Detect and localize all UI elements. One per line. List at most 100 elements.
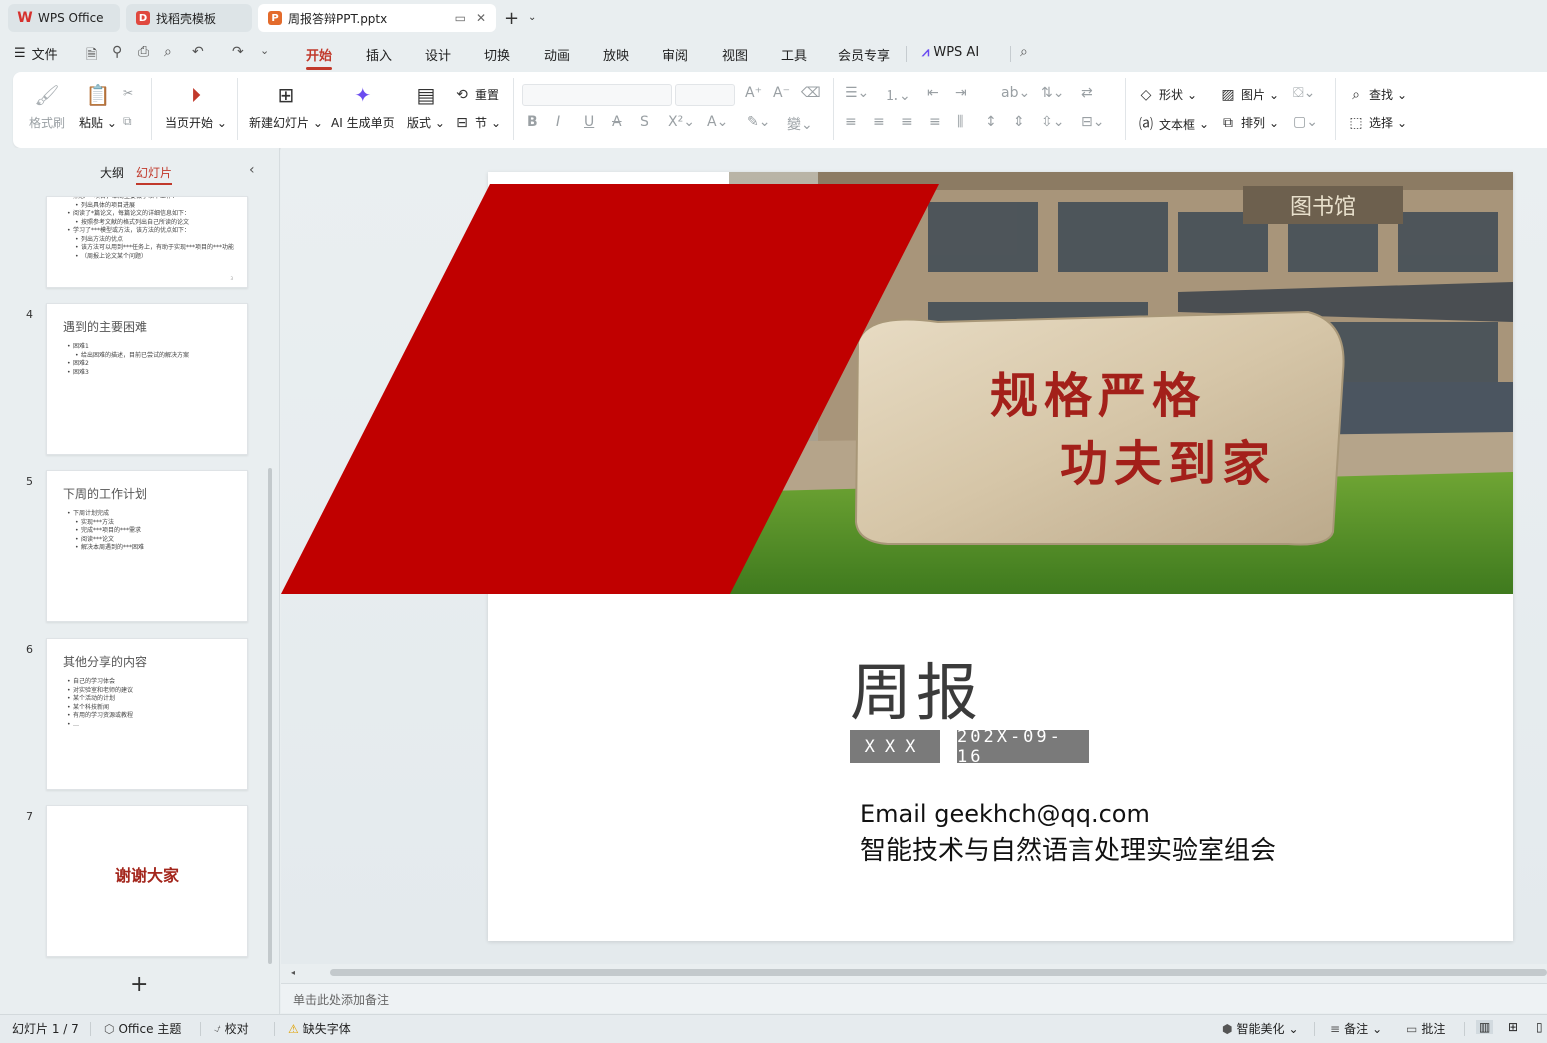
textbox-button[interactable]: ⒜ 文本框 ⌄ (1137, 114, 1209, 134)
bold-icon[interactable]: B (527, 114, 538, 130)
menu-view[interactable]: 视图 (722, 45, 748, 64)
superscript-icon[interactable]: X²⌄ (668, 114, 695, 130)
tab-wps-office[interactable]: W WPS Office (8, 4, 120, 32)
arrange-button[interactable]: ⧉ 排列 ⌄ (1219, 114, 1279, 131)
text-box-align-icon[interactable]: ⊟⌄ (1081, 114, 1104, 130)
justify-icon[interactable]: ≡ (929, 114, 941, 130)
numbering-icon[interactable]: ⒈⌄ (885, 85, 911, 105)
decrease-indent-icon[interactable]: ⇤ (927, 85, 939, 101)
comments-button[interactable]: ▭ 批注 (1406, 1020, 1445, 1037)
add-slide-icon[interactable]: + (130, 972, 148, 997)
italic-icon[interactable]: I (556, 114, 560, 130)
presenter-tag[interactable]: XXX (850, 730, 940, 763)
horizontal-scrollbar[interactable] (330, 969, 1547, 976)
increase-indent-icon[interactable]: ⇥ (955, 85, 967, 101)
window-icon[interactable]: ▭ (455, 11, 466, 25)
slide-thumbnail-3[interactable]: 熟悉***项目，本周主要做了以下工作：列出具体的项目进展阅读了*篇论文，每篇论文… (46, 196, 248, 288)
slide-sorter-icon[interactable]: ⊞ (1508, 1020, 1518, 1034)
export-icon[interactable]: ⚲ (112, 44, 122, 60)
theme-button[interactable]: ⬡ Office 主题 (104, 1020, 181, 1037)
close-tab-icon[interactable]: ✕ (476, 11, 486, 25)
shape-button[interactable]: ◇ 形状 ⌄ (1137, 86, 1197, 103)
more-icon[interactable]: ⌄ (260, 44, 269, 57)
menu-home[interactable]: 开始 (306, 45, 333, 70)
slide-thumbnail-6[interactable]: 其他分享的内容 自己的学习体会对实验室和老师的建议某个活动的计划某个科技新闻有用… (46, 638, 248, 790)
align-left-icon[interactable]: ≡ (845, 114, 857, 130)
align-center-icon[interactable]: ≡ (873, 114, 885, 130)
font-size-select[interactable] (675, 84, 735, 106)
menu-tools[interactable]: 工具 (781, 45, 807, 64)
tab-slides[interactable]: 幻灯片 (136, 164, 173, 185)
new-slide-button[interactable]: ⊞ 新建幻灯片 ⌄ (249, 82, 323, 131)
copy-icon[interactable]: ⧉ (123, 114, 132, 129)
paragraph-spacing-icon[interactable]: ⇕ (1013, 114, 1025, 130)
collapse-panel-icon[interactable]: ‹ (249, 162, 255, 178)
proofread-button[interactable]: ⍻ 校对 (214, 1020, 249, 1037)
menu-member[interactable]: 会员专享 (838, 45, 890, 64)
text-direction-icon[interactable]: ab⌄ (1001, 85, 1030, 101)
lab-text[interactable]: 智能技术与自然语言处理实验室组会 (860, 830, 1276, 867)
find-button[interactable]: ⌕ 查找 ⌄ (1347, 86, 1407, 103)
tab-document[interactable]: P 周报答辩PPT.pptx ▭ ✕ (258, 4, 496, 32)
chevron-down-icon[interactable]: ⌄ (528, 12, 536, 23)
play-from-current-button[interactable]: ⏵ 当页开始 ⌄ (165, 82, 227, 131)
slide-thumbnail-7[interactable]: 谢谢大家 (46, 805, 248, 957)
text-shadow-icon[interactable]: S (640, 114, 649, 130)
tab-template-store[interactable]: D 找稻壳模板 (126, 4, 252, 32)
menu-review[interactable]: 审阅 (662, 45, 688, 64)
menu-transition[interactable]: 切换 (484, 45, 510, 64)
paste-button[interactable]: 📋 粘贴 ⌄ (79, 82, 117, 131)
beautify-button[interactable]: ⬢ 智能美化 ⌄ (1222, 1020, 1299, 1037)
menu-insert[interactable]: 插入 (366, 45, 392, 64)
reading-view-icon[interactable]: ▯ (1536, 1020, 1543, 1034)
convert-icon[interactable]: ⇄ (1081, 85, 1093, 101)
slide-thumbnail-4[interactable]: 遇到的主要困难 困难1给出困难的描述，目前已尝试的解决方案困难2困难3 (46, 303, 248, 455)
underline-icon[interactable]: U (584, 114, 594, 130)
save-icon[interactable]: 🗎 (86, 44, 97, 68)
sort-icon[interactable]: ⇅⌄ (1041, 85, 1064, 101)
strikethrough-icon[interactable]: A (612, 114, 622, 130)
grow-font-icon[interactable]: A⁺ (745, 85, 762, 101)
email-text[interactable]: Email geekhch@qq.com (860, 800, 1150, 828)
date-tag[interactable]: 202X-09-16 (957, 727, 1089, 767)
missing-font-button[interactable]: ⚠ 缺失字体 (288, 1020, 351, 1037)
normal-view-icon[interactable]: ▥ (1476, 1020, 1494, 1034)
notes-button[interactable]: ≡ 备注 ⌄ (1330, 1020, 1382, 1037)
current-slide[interactable]: 图书馆 规格严格 功夫到家 周报 XXX 202X-09-16 Email ge… (281, 172, 1513, 941)
menu-wps-ai[interactable]: ⩘ WPS AI (922, 45, 979, 60)
char-spacing-icon[interactable]: 變⌄ (787, 114, 813, 134)
layout-button[interactable]: ▤ 版式 ⌄ (407, 82, 445, 131)
fill-icon[interactable]: ⛋⌄ (1293, 85, 1315, 101)
panel-scrollbar[interactable] (268, 468, 272, 964)
font-family-select[interactable] (522, 84, 672, 106)
menu-slideshow[interactable]: 放映 (603, 45, 629, 64)
clear-format-icon[interactable]: ⌫ (801, 85, 821, 101)
cut-icon[interactable]: ✂ (123, 86, 133, 100)
columns-icon[interactable]: ⫼ (957, 114, 963, 130)
search-icon[interactable]: ⌕ (1020, 44, 1028, 60)
slide-title[interactable]: 周报 (850, 642, 982, 732)
menu-animation[interactable]: 动画 (544, 45, 570, 64)
scroll-left-icon[interactable]: ◂ (291, 968, 295, 977)
bullets-icon[interactable]: ☰⌄ (845, 85, 869, 101)
section-button[interactable]: ⊟ 节 ⌄ (453, 114, 501, 131)
select-button[interactable]: ⬚ 选择 ⌄ (1347, 114, 1407, 131)
tab-outline[interactable]: 大纲 (100, 164, 124, 185)
undo-icon[interactable]: ↶ (192, 44, 204, 60)
picture-button[interactable]: ▨ 图片 ⌄ (1219, 86, 1279, 103)
align-right-icon[interactable]: ≡ (901, 114, 913, 130)
print-preview-icon[interactable]: ⌕ (164, 44, 172, 60)
redo-icon[interactable]: ↷ (232, 44, 244, 60)
highlight-icon[interactable]: ✎⌄ (747, 114, 770, 130)
print-icon[interactable]: ⎙ (138, 44, 149, 60)
outline-icon[interactable]: ▢⌄ (1293, 114, 1318, 130)
shrink-font-icon[interactable]: A⁻ (773, 85, 790, 101)
notes-pane[interactable]: 单击此处添加备注 (281, 983, 1547, 1013)
file-menu[interactable]: ☰ 文件 (14, 44, 58, 63)
new-tab-icon[interactable]: + (504, 8, 519, 29)
line-spacing-icon[interactable]: ↕ (985, 114, 997, 130)
slide-thumbnail-5[interactable]: 下周的工作计划 下周计划完成实现***方法完成***项目的***需求阅读***论… (46, 470, 248, 622)
menu-design[interactable]: 设计 (425, 45, 451, 64)
vertical-align-icon[interactable]: ⇳⌄ (1041, 114, 1064, 130)
format-painter-button[interactable]: 🖌 格式刷 (29, 82, 65, 131)
